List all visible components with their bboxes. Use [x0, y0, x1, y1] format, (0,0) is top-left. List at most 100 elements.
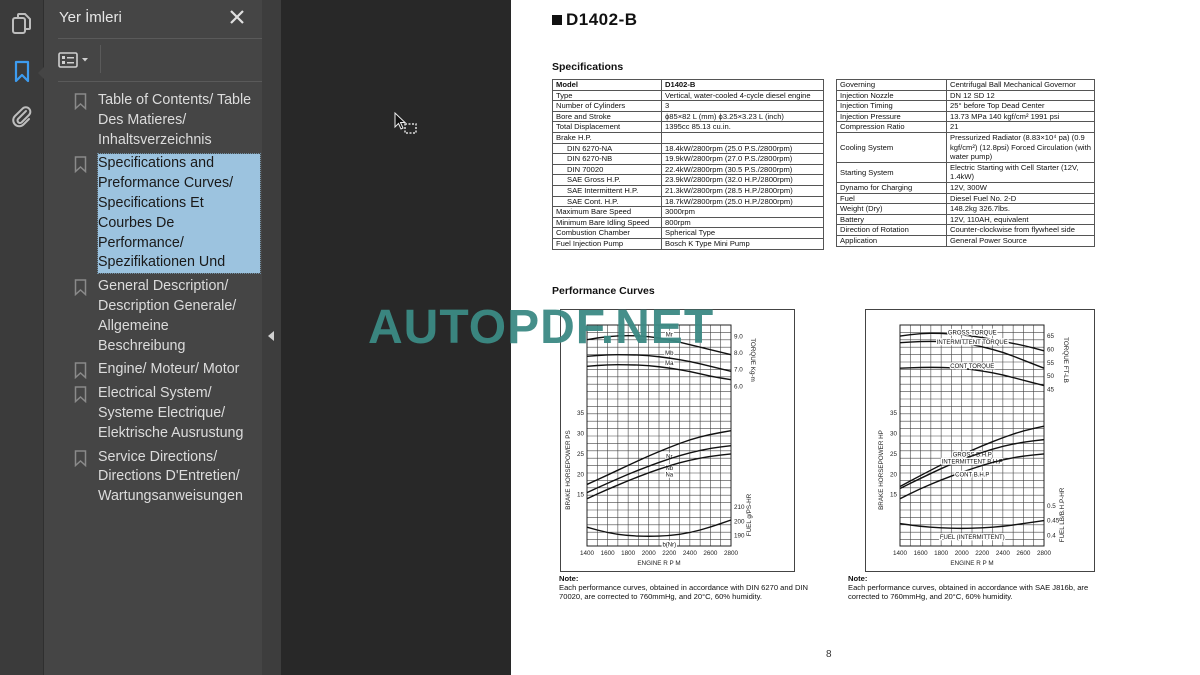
x-tick-label: 2400: [683, 550, 698, 557]
spec-row: Fuel Diesel Fuel No. 2-D: [836, 192, 1095, 205]
collapse-panel-icon[interactable]: [268, 331, 274, 341]
spec-key: Model: [552, 79, 662, 91]
bookmark-options-button[interactable]: [58, 48, 94, 72]
spec-row: Model D1402-B: [552, 79, 824, 91]
x-tick-label: 2200: [662, 550, 677, 557]
spec-value: [661, 131, 824, 144]
series-label: CONT TORQUE: [950, 364, 994, 370]
spec-row: Total Displacement 1395cc 85.13 cu.in.: [552, 121, 824, 133]
x-tick-label: 1600: [914, 550, 929, 557]
spec-key: Number of Cylinders: [552, 100, 662, 112]
spec-row: Cooling System Pressurized Radiator (8.83…: [836, 131, 1095, 163]
spec-value: Centrifugal Ball Mechanical Governor: [946, 79, 1095, 91]
spec-row: Dynamo for Charging 12V, 300W: [836, 181, 1095, 194]
bookmark-item[interactable]: Specifications and Preformance Curves/ S…: [74, 153, 261, 275]
spec-key: Type: [552, 89, 662, 102]
spec-row: Injection Nozzle DN 12 SD 12: [836, 89, 1095, 102]
sae-performance-chart: 1400 1600 1800 2000 2200 2400 2600 2800 ENGINE R…: [865, 309, 1095, 572]
hp-tick-label: 15: [577, 492, 585, 499]
spec-key: Dynamo for Charging: [836, 181, 947, 194]
spec-value: 1395cc 85.13 cu.in.: [661, 121, 824, 133]
torque-axis-label: TORQUE Kg-m: [749, 338, 756, 382]
series-label: GROSS TORQUE: [948, 330, 997, 336]
spec-row: Bore and Stroke ϕ85×82 L (mm) ϕ3.25×3.23 …: [552, 110, 824, 123]
spec-key: Injection Nozzle: [836, 89, 947, 102]
spec-value: 12V, 300W: [946, 181, 1095, 194]
bookmark-label[interactable]: Specifications and Preformance Curves/ S…: [97, 153, 261, 275]
spec-row: Maximum Bare Speed 3000rpm: [552, 206, 824, 218]
performance-curves-heading: Performance Curves: [552, 285, 655, 297]
spec-key: Fuel: [836, 192, 947, 205]
bookmark-item[interactable]: Table of Contents/ Table Des Matieres/ I…: [74, 91, 260, 150]
spec-table-right: Governing Centrifugal Ball Mechanical Gov…: [836, 79, 1095, 247]
nav-rail: [0, 0, 45, 675]
sae-chart-svg: 1400 1600 1800 2000 2200 2400 2600 2800 ENGINE R…: [878, 324, 1069, 567]
x-tick-label: 1800: [934, 550, 949, 557]
spec-key: Starting System: [836, 161, 947, 183]
spec-value: 3: [661, 100, 824, 112]
series-label: INTERMITTENT TORQUE: [937, 340, 1008, 346]
bookmarks-button[interactable]: [8, 58, 36, 86]
spec-key: Minimum Bare Idling Speed: [552, 216, 662, 229]
spec-value: General Power Source: [946, 234, 1095, 247]
attachments-button[interactable]: [8, 103, 36, 131]
title-text: D1402-B: [566, 10, 638, 29]
hp-tick-label: 25: [890, 451, 898, 458]
note-title: Note:: [848, 574, 868, 583]
bookmark-label[interactable]: Electrical System/ Systeme Electrique/ E…: [98, 384, 260, 443]
bookmark-label[interactable]: General Description/ Description General…: [98, 277, 260, 356]
spec-value: 148.2kg 326.7lbs.: [946, 203, 1095, 215]
bookmark-icon: [14, 60, 30, 83]
note-title: Note:: [559, 574, 579, 583]
series-label: FUEL (INTERMITTENT): [940, 535, 1005, 541]
bookmark-label[interactable]: Engine/ Moteur/ Motor: [98, 360, 260, 380]
close-icon: [230, 10, 244, 24]
note-text: Each performance curves, obtained in acc…: [848, 583, 1089, 601]
spec-table-left: Model D1402-B Type Vertical, water-cooled 4…: [552, 79, 824, 250]
spec-row: Starting System Electric Starting with Ce…: [836, 161, 1095, 183]
spec-key: Fuel Injection Pump: [552, 237, 662, 250]
hp-tick-label: 15: [890, 492, 898, 499]
note-text: Each performance curves, obtained in acc…: [559, 583, 809, 601]
spec-key: Compression Ratio: [836, 121, 947, 133]
hp-axis-label: BRAKE HORSEPOWER PS: [565, 430, 572, 509]
fuel-tick-label: 190: [734, 533, 745, 540]
torque-tick-label: 7.0: [734, 367, 743, 374]
spec-key: Injection Pressure: [836, 110, 947, 123]
bookmark-item[interactable]: Service Directions/ Directions D'Entreti…: [74, 448, 260, 507]
bookmark-item[interactable]: Electrical System/ Systeme Electrique/ E…: [74, 384, 260, 443]
fuel-tick-label: 0.5: [1047, 503, 1056, 510]
spec-row: Brake H.P.: [552, 131, 824, 144]
bookmark-item[interactable]: General Description/ Description General…: [74, 277, 260, 356]
spec-row: Fuel Injection Pump Bosch K Type Mini Pum…: [552, 237, 824, 250]
torque-tick-label: 8.0: [734, 350, 743, 357]
bookmark-label[interactable]: Table of Contents/ Table Des Matieres/ I…: [98, 91, 260, 150]
spec-key: Direction of Rotation: [836, 224, 947, 236]
panel-splitter[interactable]: [262, 0, 281, 675]
torque-tick-label: 9.0: [734, 333, 743, 340]
hp-tick-label: 35: [577, 410, 585, 417]
fuel-tick-label: 0.45: [1047, 518, 1060, 525]
bookmark-icon: [74, 386, 87, 404]
spec-row: SAE Gross H.P. 23.9kW/2800rpm (32.0 H.P./…: [552, 174, 824, 186]
bookmark-label[interactable]: Service Directions/ Directions D'Entreti…: [98, 448, 260, 507]
spec-value: DN 12 SD 12: [946, 89, 1095, 102]
page-thumbnails-button[interactable]: [8, 10, 36, 38]
bookmark-icon: [74, 362, 87, 380]
spec-key: Total Displacement: [552, 121, 662, 133]
spec-value: 22.4kW/2800rpm (30.5 P.S./2800rpm): [661, 163, 824, 176]
x-tick-label: 2800: [1037, 550, 1052, 557]
fuel-tick-label: 200: [734, 518, 745, 525]
x-tick-label: 2000: [642, 550, 657, 557]
din-note: Note: Each performance curves, obtained …: [559, 574, 824, 601]
spec-key: Combustion Chamber: [552, 227, 662, 239]
sae-note: Note: Each performance curves, obtained …: [848, 574, 1118, 601]
marquee-zoom-cursor-icon: [394, 111, 420, 138]
hp-axis-label: BRAKE HORSEPOWER HP: [878, 430, 885, 510]
spec-row: Injection Pressure 13.73 MPa 140 kgf/cm² …: [836, 110, 1095, 123]
x-tick-label: 2600: [1016, 550, 1031, 557]
close-panel-button[interactable]: [227, 7, 247, 27]
bookmark-item[interactable]: Engine/ Moteur/ Motor: [74, 360, 260, 380]
spec-key: Governing: [836, 79, 947, 91]
fuel-axis-label: FUEL LB/B.H.P-HR: [1059, 487, 1066, 542]
